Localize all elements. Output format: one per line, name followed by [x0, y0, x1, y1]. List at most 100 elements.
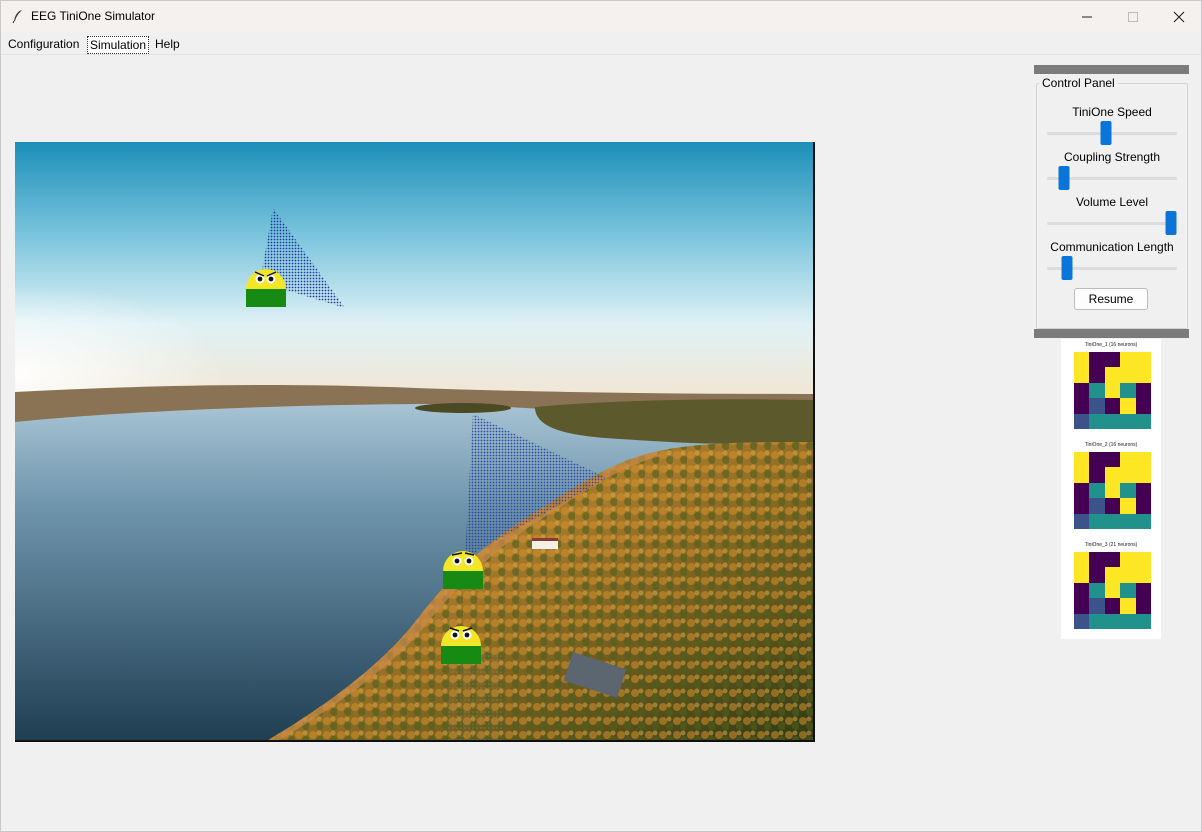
app-window: EEG TiniOne Simulator Configuration Simu…: [0, 0, 1202, 832]
heatmap-cell: [1074, 552, 1090, 568]
speed-label: TiniOne Speed: [1072, 105, 1152, 119]
heatmap-cell: [1104, 513, 1121, 530]
heatmap-cell: [1104, 598, 1121, 615]
heatmap-cell: [1089, 482, 1106, 499]
communication-length-slider[interactable]: [1047, 256, 1177, 280]
minimize-button[interactable]: [1064, 1, 1110, 32]
heatmap-cell: [1089, 613, 1106, 630]
agent-3-body: [441, 646, 481, 664]
heatmap-cell: [1120, 598, 1137, 615]
heatmap-cell: [1074, 413, 1090, 430]
agent-1-body: [246, 289, 286, 307]
heatmap-cell: [1135, 452, 1152, 468]
title-bar: EEG TiniOne Simulator: [1, 1, 1201, 32]
heatmap-cell: [1089, 352, 1106, 368]
speed-slider-thumb[interactable]: [1100, 121, 1111, 145]
menu-configuration[interactable]: Configuration: [6, 36, 81, 54]
heatmap-cell: [1135, 582, 1152, 599]
volume-label: Volume Level: [1075, 195, 1149, 209]
heatmap-2-title: TiniOne_2 (16 neurons): [1084, 442, 1138, 448]
heatmap-cell: [1120, 467, 1137, 484]
heatmap-cell: [1089, 552, 1106, 568]
heatmap-cell: [1135, 513, 1152, 530]
control-panel-title: Control Panel: [1039, 76, 1118, 90]
house-1-roof: [532, 538, 558, 541]
heatmap-cell: [1104, 613, 1121, 630]
heatmap-cell: [1089, 452, 1106, 468]
heatmap-cell: [1135, 613, 1152, 630]
heatmap-cell: [1135, 367, 1152, 384]
heatmap-cell: [1104, 498, 1121, 515]
heatmap-1-title: TiniOne_1 (16 neurons): [1084, 342, 1138, 348]
heatmap-3-title: TiniOne_3 (21 neurons): [1084, 542, 1138, 548]
communication-length-label: Communication Length: [1050, 240, 1174, 254]
heatmap-cell: [1120, 452, 1137, 468]
control-panel-top-bar: [1034, 65, 1189, 74]
heatmap-cell: [1120, 382, 1137, 399]
heatmap-cell: [1135, 552, 1152, 568]
heatmap-cell: [1074, 367, 1090, 384]
heatmap-cell: [1120, 552, 1137, 568]
heatmap-cell: [1120, 413, 1137, 430]
heatmap-cell: [1089, 582, 1106, 599]
island: [415, 403, 511, 413]
heatmap-cell: [1120, 567, 1137, 584]
heatmap-cell: [1104, 398, 1121, 415]
heatmap-cell: [1120, 482, 1137, 499]
minimize-icon: [1082, 16, 1092, 17]
heatmap-cell: [1074, 482, 1090, 499]
heatmap-cell: [1135, 482, 1152, 499]
heatmap-cell: [1120, 498, 1137, 515]
heatmap-cell: [1104, 367, 1121, 384]
heatmap-cell: [1074, 598, 1090, 615]
menu-help[interactable]: Help: [153, 36, 182, 54]
heatmap-cell: [1104, 382, 1121, 399]
volume-slider[interactable]: [1047, 211, 1177, 235]
heatmap-cell: [1104, 413, 1121, 430]
maximize-button[interactable]: [1110, 1, 1156, 32]
heatmap-cell: [1135, 567, 1152, 584]
heatmap-cell: [1104, 582, 1121, 599]
volume-slider-track: [1047, 222, 1177, 225]
heatmap-cell: [1074, 613, 1090, 630]
resume-button[interactable]: Resume: [1074, 288, 1148, 310]
heatmap-cell: [1074, 382, 1090, 399]
menu-simulation[interactable]: Simulation: [87, 36, 150, 54]
coupling-slider-thumb[interactable]: [1058, 166, 1070, 190]
heatmap-cell: [1120, 513, 1137, 530]
heatmap-cell: [1104, 482, 1121, 499]
volume-slider-thumb[interactable]: [1165, 211, 1176, 235]
communication-length-slider-thumb[interactable]: [1061, 256, 1072, 280]
close-button[interactable]: [1156, 1, 1202, 32]
coupling-slider[interactable]: [1047, 166, 1177, 190]
control-panel-bottom-bar: [1034, 329, 1189, 338]
heatmap-cell: [1089, 382, 1106, 399]
heatmap-cell: [1135, 382, 1152, 399]
speed-slider[interactable]: [1047, 121, 1177, 145]
coupling-label: Coupling Strength: [1063, 150, 1161, 164]
heatmap-cell: [1074, 467, 1090, 484]
heatmap-cell: [1135, 413, 1152, 430]
simulation-canvas[interactable]: [15, 142, 815, 742]
window-title: EEG TiniOne Simulator: [31, 9, 156, 23]
feather-icon: [12, 10, 22, 23]
heatmap-cell: [1074, 352, 1090, 368]
heatmap-cell: [1135, 352, 1152, 368]
heatmap-3-grid: [1074, 552, 1152, 630]
heatmap-cell: [1120, 367, 1137, 384]
heatmap-cell: [1089, 513, 1106, 530]
heatmap-cell: [1120, 398, 1137, 415]
menu-bar: Configuration Simulation Help: [1, 34, 1201, 55]
heatmap-cell: [1074, 567, 1090, 584]
heatmap-cell: [1135, 398, 1152, 415]
scene-svg: [15, 142, 813, 740]
heatmap-cell: [1120, 582, 1137, 599]
heatmap-cell: [1074, 452, 1090, 468]
heatmap-cell: [1089, 398, 1106, 415]
heatmap-cell: [1089, 498, 1106, 515]
speed-slider-track: [1047, 132, 1177, 135]
heatmap-cell: [1074, 582, 1090, 599]
heatmap-cell: [1104, 552, 1121, 568]
heatmap-cell: [1089, 367, 1106, 384]
heatmap-cell: [1104, 467, 1121, 484]
